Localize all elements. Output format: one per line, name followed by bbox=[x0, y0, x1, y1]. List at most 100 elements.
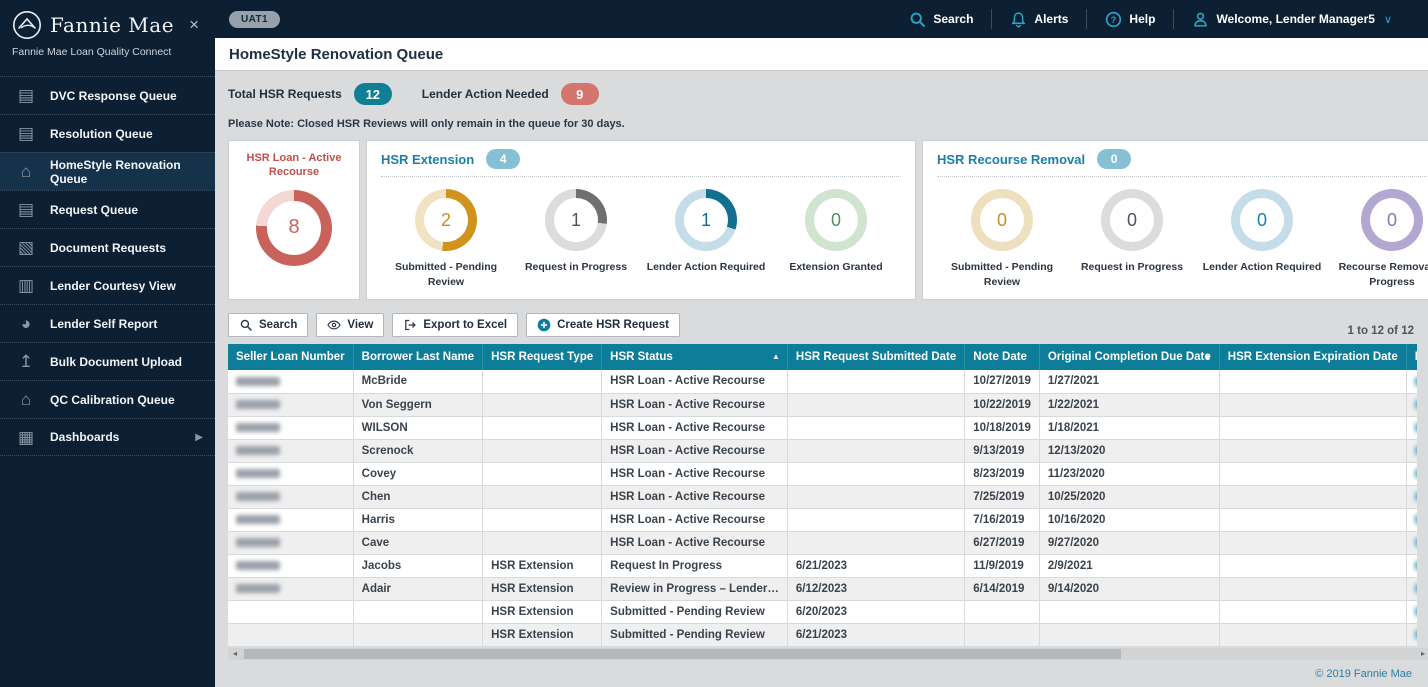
summary-row: Total HSR Requests 12 Lender Action Needed… bbox=[228, 83, 1428, 105]
table-row[interactable]: WILSON HSR Loan - Active Recourse 10/18/20… bbox=[228, 416, 1417, 440]
topbar-search-label: Search bbox=[933, 12, 974, 26]
table-row[interactable]: Harris HSR Loan - Active Recourse 7/16/201… bbox=[228, 508, 1417, 532]
topbar-search-button[interactable]: Search bbox=[891, 11, 991, 28]
topbar-alerts-label: Alerts bbox=[1034, 12, 1069, 26]
column-label: Borrower Last Name bbox=[361, 351, 475, 363]
cell-submitted bbox=[787, 439, 966, 463]
sidebar-item-lender-courtesy-view[interactable]: ▥ Lender Courtesy View bbox=[0, 266, 215, 304]
redacted-fannie-mae-loan-link[interactable] bbox=[1414, 376, 1417, 386]
toolbar-buttons: Search View Export to Excel Create HSR Requ… bbox=[228, 313, 680, 337]
summary-label: Lender Action Needed bbox=[421, 87, 549, 101]
cell-fnma bbox=[1406, 439, 1417, 463]
topbar-help-button[interactable]: ? Help bbox=[1087, 11, 1173, 28]
column-header-fnma[interactable]: Fannie Mae Loan # bbox=[1406, 344, 1417, 370]
redacted-fannie-mae-loan-link[interactable] bbox=[1414, 629, 1417, 639]
column-header-seller[interactable]: Seller Loan Number bbox=[228, 344, 354, 370]
status-donut: 0 Recourse Removal In Progress bbox=[1327, 189, 1428, 289]
cell-note: 11/9/2019 bbox=[964, 554, 1040, 578]
table-row[interactable]: Adair HSR Extension Review in Progress – L… bbox=[228, 577, 1417, 601]
redacted-fannie-mae-loan-link[interactable] bbox=[1414, 514, 1417, 524]
sidebar-item-document-requests[interactable]: ▧ Document Requests bbox=[0, 228, 215, 266]
status-donut: 1 Lender Action Required bbox=[641, 189, 771, 289]
redacted-fannie-mae-loan-link[interactable] bbox=[1414, 445, 1417, 455]
main-area: UAT1 Search Alerts? Help Welcome, Lender Ma… bbox=[215, 0, 1428, 687]
redacted-seller-loan-number bbox=[236, 468, 280, 478]
table-row[interactable]: Screnock HSR Loan - Active Recourse 9/13/2… bbox=[228, 439, 1417, 463]
sidebar-item-request-queue[interactable]: ▤ Request Queue bbox=[0, 190, 215, 228]
search-icon bbox=[909, 11, 926, 28]
table-row[interactable]: Cave HSR Loan - Active Recourse 6/27/2019 9… bbox=[228, 531, 1417, 555]
donut-label: Lender Action Required bbox=[646, 261, 766, 273]
redacted-fannie-mae-loan-link[interactable] bbox=[1414, 422, 1417, 432]
horizontal-scrollbar[interactable]: ◂ ▸ bbox=[228, 647, 1428, 660]
table-row[interactable]: HSR Extension Submitted - Pending Review 6… bbox=[228, 600, 1417, 624]
topbar-alerts-button[interactable]: Alerts bbox=[992, 11, 1086, 28]
view-button[interactable]: View bbox=[316, 313, 385, 337]
redacted-fannie-mae-loan-link[interactable] bbox=[1414, 491, 1417, 501]
cell-type bbox=[482, 462, 603, 486]
status-donut: 0 Extension Granted bbox=[771, 189, 901, 289]
cell-note: 10/18/2019 bbox=[964, 416, 1040, 440]
table-row[interactable]: HSR Extension Submitted - Pending Review 6… bbox=[228, 623, 1417, 647]
scroll-left-icon[interactable]: ◂ bbox=[228, 649, 242, 658]
table-row[interactable]: Von Seggern HSR Loan - Active Recourse 10/… bbox=[228, 393, 1417, 417]
cell-status: Submitted - Pending Review bbox=[601, 600, 788, 624]
card-hsr-recourse-removal: HSR Recourse Removal 0 0 Submitted - Pendin… bbox=[922, 140, 1428, 300]
redacted-fannie-mae-loan-link[interactable] bbox=[1414, 583, 1417, 593]
create-hsr-request-button[interactable]: Create HSR Request bbox=[526, 313, 680, 337]
cell-fnma bbox=[1406, 370, 1417, 394]
column-header-note[interactable]: Note Date bbox=[964, 344, 1040, 370]
column-header-type[interactable]: HSR Request Type bbox=[482, 344, 603, 370]
cell-status: Review in Progress – Lender… bbox=[601, 577, 788, 601]
cell-type: HSR Extension bbox=[482, 554, 603, 578]
cell-status: HSR Loan - Active Recourse bbox=[601, 485, 788, 509]
redacted-fannie-mae-loan-link[interactable] bbox=[1414, 399, 1417, 409]
cell-due: 10/16/2020 bbox=[1039, 508, 1220, 532]
redacted-fannie-mae-loan-link[interactable] bbox=[1414, 468, 1417, 478]
search-button[interactable]: Search bbox=[228, 313, 309, 337]
eye-icon bbox=[327, 318, 342, 332]
sidebar-item-dashboards[interactable]: ▦ Dashboards ▶ bbox=[0, 418, 215, 456]
cell-seller bbox=[228, 554, 354, 578]
sidebar-close-icon[interactable]: × bbox=[185, 15, 203, 35]
cell-seller bbox=[228, 531, 354, 555]
column-header-ext[interactable]: HSR Extension Expiration Date bbox=[1219, 344, 1407, 370]
cell-ext bbox=[1219, 462, 1407, 486]
cell-status: HSR Loan - Active Recourse bbox=[601, 462, 788, 486]
sidebar-item-homestyle-renovation-queue[interactable]: ⌂ HomeStyle Renovation Queue bbox=[0, 152, 215, 190]
topbar-user-button[interactable]: Welcome, Lender Manager5 ∨ bbox=[1174, 11, 1410, 28]
table-row[interactable]: McBride HSR Loan - Active Recourse 10/27/2… bbox=[228, 370, 1417, 394]
scrollbar-thumb[interactable] bbox=[244, 648, 1122, 659]
cell-ext bbox=[1219, 485, 1407, 509]
topbar-help-label: Help bbox=[1129, 12, 1156, 26]
column-header-borrower[interactable]: Borrower Last Name bbox=[353, 344, 484, 370]
table-row[interactable]: Chen HSR Loan - Active Recourse 7/25/2019 1… bbox=[228, 485, 1417, 509]
column-header-status[interactable]: HSR Status ▲ bbox=[601, 344, 788, 370]
column-header-due[interactable]: Original Completion Due Date ▲ bbox=[1039, 344, 1220, 370]
sidebar-item-bulk-document-upload[interactable]: ↥ Bulk Document Upload bbox=[0, 342, 215, 380]
donut-ring: 0 bbox=[1231, 189, 1293, 251]
cell-borrower: WILSON bbox=[353, 416, 484, 440]
column-label: HSR Request Submitted Date bbox=[795, 351, 957, 363]
sidebar-item-dvc-response-queue[interactable]: ▤ DVC Response Queue bbox=[0, 76, 215, 114]
table-row[interactable]: Covey HSR Loan - Active Recourse 8/23/2019… bbox=[228, 462, 1417, 486]
scroll-right-icon[interactable]: ▸ bbox=[1416, 649, 1428, 658]
sidebar-item-lender-self-report[interactable]: ◕ Lender Self Report bbox=[0, 304, 215, 342]
cell-borrower: Von Seggern bbox=[353, 393, 484, 417]
cell-ext bbox=[1219, 531, 1407, 555]
donut-ring: 0 bbox=[1361, 189, 1423, 251]
cell-note: 7/16/2019 bbox=[964, 508, 1040, 532]
redacted-fannie-mae-loan-link[interactable] bbox=[1414, 537, 1417, 547]
cell-borrower: Jacobs bbox=[353, 554, 484, 578]
table-row[interactable]: Jacobs HSR Extension Request In Progress 6/… bbox=[228, 554, 1417, 578]
column-header-submitted[interactable]: HSR Request Submitted Date bbox=[787, 344, 966, 370]
app-root: Fannie Mae × Fannie Mae Loan Quality Con… bbox=[0, 0, 1428, 687]
cell-borrower bbox=[353, 600, 484, 624]
cell-seller bbox=[228, 623, 354, 647]
redacted-fannie-mae-loan-link[interactable] bbox=[1414, 606, 1417, 616]
cell-status: HSR Loan - Active Recourse bbox=[601, 439, 788, 463]
sidebar-item-resolution-queue[interactable]: ▤ Resolution Queue bbox=[0, 114, 215, 152]
sidebar-item-qc-calibration-queue[interactable]: ⌂ QC Calibration Queue bbox=[0, 380, 215, 418]
redacted-fannie-mae-loan-link[interactable] bbox=[1414, 560, 1417, 570]
export-button[interactable]: Export to Excel bbox=[392, 313, 519, 337]
